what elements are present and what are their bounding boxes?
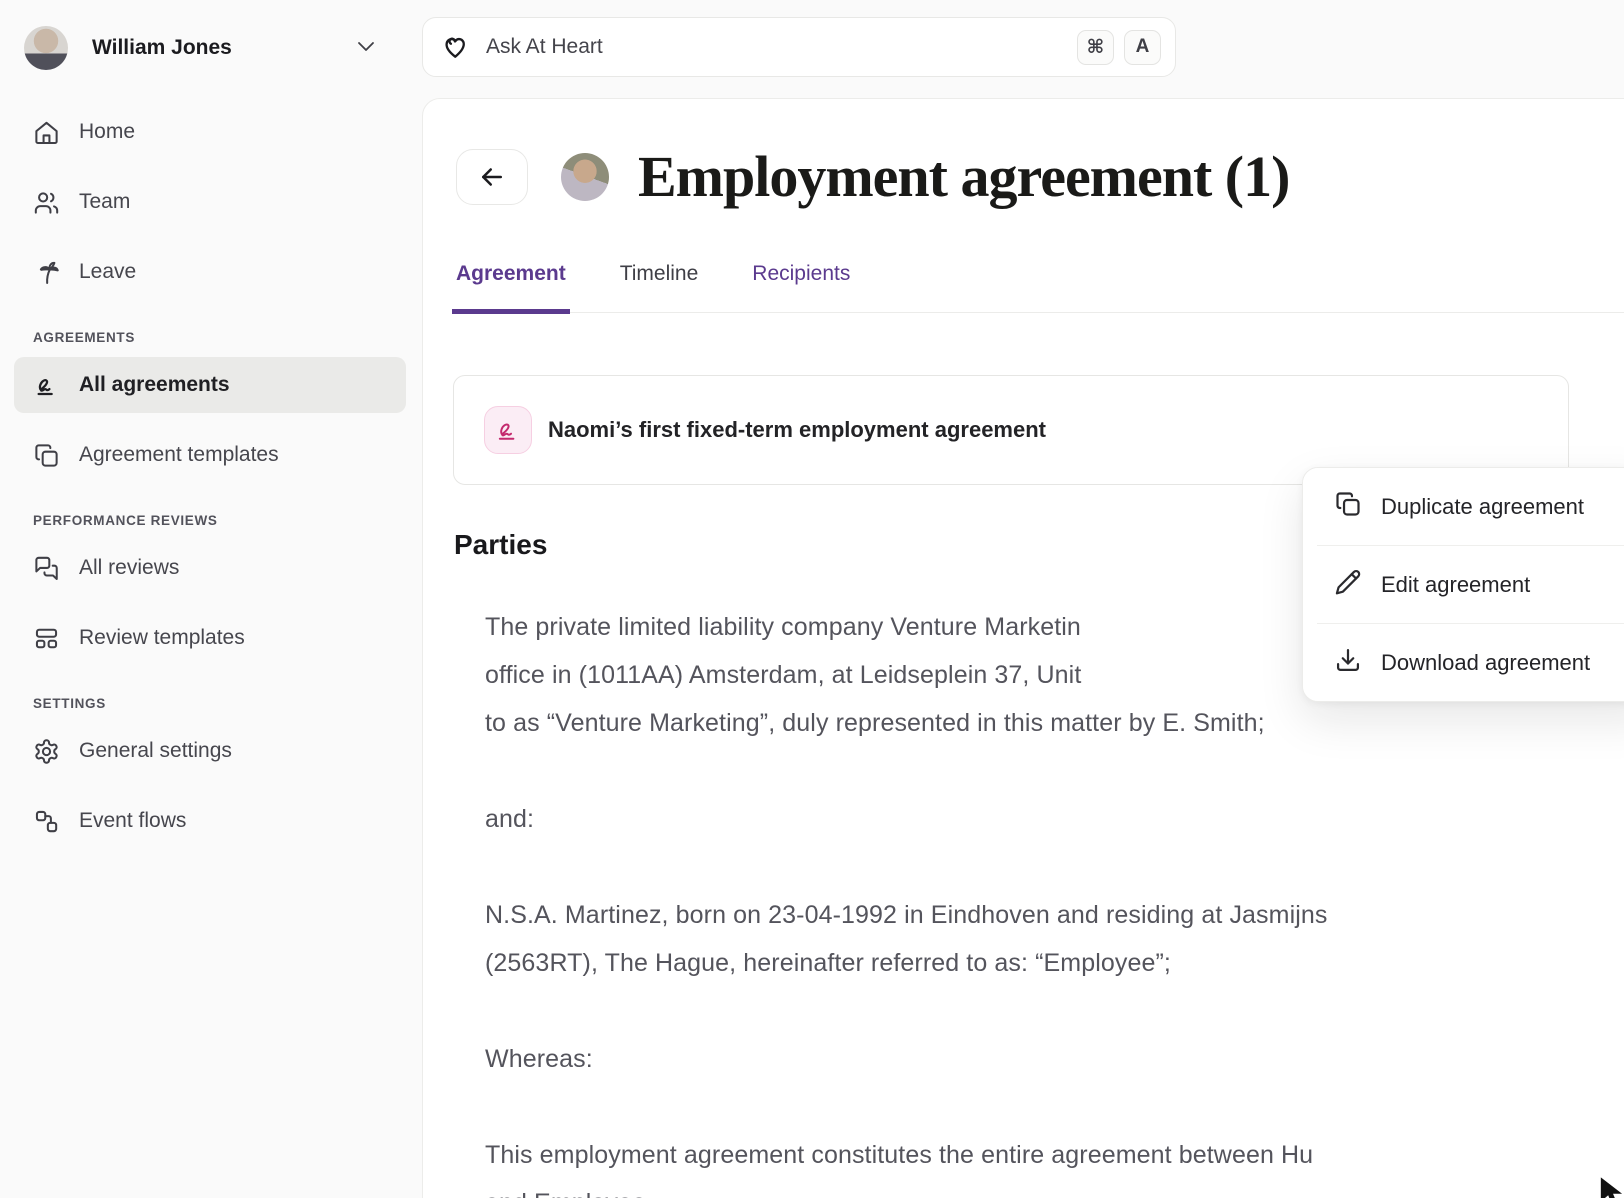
tab-timeline[interactable]: Timeline bbox=[616, 262, 703, 312]
sidebar-item-label: Review templates bbox=[79, 626, 245, 650]
signature-icon bbox=[484, 406, 532, 454]
app-window: William Jones Home Team Leave AGREEMENTS bbox=[0, 0, 1624, 1198]
sidebar-section-agreements: AGREEMENTS bbox=[33, 330, 406, 345]
sidebar-item-review-templates[interactable]: Review templates bbox=[14, 610, 406, 666]
download-icon bbox=[1334, 646, 1362, 679]
copy-icon bbox=[33, 442, 60, 469]
sidebar-item-general-settings[interactable]: General settings bbox=[14, 723, 406, 779]
signature-icon bbox=[33, 372, 60, 399]
sidebar-item-team[interactable]: Team bbox=[14, 174, 406, 230]
palm-tree-icon bbox=[33, 259, 60, 286]
sidebar-item-label: Event flows bbox=[79, 809, 186, 833]
pencil-icon bbox=[1334, 568, 1362, 601]
back-button[interactable] bbox=[456, 149, 528, 205]
sidebar-item-agreement-templates[interactable]: Agreement templates bbox=[14, 427, 406, 483]
search-bar[interactable]: Ask At Heart ⌘ A bbox=[422, 17, 1176, 77]
sidebar: William Jones Home Team Leave AGREEMENTS bbox=[0, 0, 422, 1198]
menu-item-duplicate-agreement[interactable]: Duplicate agreement bbox=[1303, 468, 1624, 545]
avatar bbox=[24, 26, 68, 70]
tab-recipients[interactable]: Recipients bbox=[748, 262, 854, 312]
menu-item-download-agreement[interactable]: Download agreement bbox=[1303, 624, 1624, 701]
sidebar-item-label: General settings bbox=[79, 739, 232, 763]
mouse-cursor bbox=[1598, 1176, 1624, 1198]
context-menu: Duplicate agreement Edit agreement Downl… bbox=[1302, 467, 1624, 702]
chevron-down-icon[interactable] bbox=[354, 34, 378, 63]
sidebar-item-label: All agreements bbox=[79, 373, 230, 397]
tab-agreement[interactable]: Agreement bbox=[452, 262, 570, 312]
gear-icon bbox=[33, 738, 60, 765]
sidebar-item-event-flows[interactable]: Event flows bbox=[14, 793, 406, 849]
sidebar-item-label: Leave bbox=[79, 260, 136, 284]
workflow-icon bbox=[33, 808, 60, 835]
users-icon bbox=[33, 189, 60, 216]
sidebar-item-label: All reviews bbox=[79, 556, 179, 580]
menu-item-edit-agreement[interactable]: Edit agreement bbox=[1303, 546, 1624, 623]
sidebar-item-label: Agreement templates bbox=[79, 443, 279, 467]
chat-bubbles-icon bbox=[33, 555, 60, 582]
sidebar-item-home[interactable]: Home bbox=[14, 104, 406, 160]
profile-name: William Jones bbox=[92, 36, 232, 60]
page-title: Employment agreement (1) bbox=[638, 143, 1289, 210]
sidebar-section-performance-reviews: PERFORMANCE REVIEWS bbox=[33, 513, 406, 528]
sidebar-item-leave[interactable]: Leave bbox=[14, 244, 406, 300]
tab-bar: Agreement Timeline Recipients bbox=[452, 262, 1624, 312]
keyboard-shortcut: ⌘ A bbox=[1077, 30, 1161, 65]
copy-icon bbox=[1334, 490, 1362, 523]
layout-icon bbox=[33, 625, 60, 652]
sidebar-item-all-agreements[interactable]: All agreements bbox=[14, 357, 406, 413]
at-heart-logo-icon bbox=[441, 33, 469, 61]
home-icon bbox=[33, 119, 60, 146]
sidebar-item-label: Team bbox=[79, 190, 130, 214]
a-key-badge: A bbox=[1124, 30, 1161, 65]
sidebar-item-label: Home bbox=[79, 120, 135, 144]
sidebar-item-all-reviews[interactable]: All reviews bbox=[14, 540, 406, 596]
avatar bbox=[561, 153, 609, 201]
tab-divider bbox=[452, 312, 1624, 313]
agreement-card-title: Naomi’s first fixed-term employment agre… bbox=[548, 417, 1046, 443]
search-label: Ask At Heart bbox=[486, 35, 603, 59]
sidebar-section-settings: SETTINGS bbox=[33, 696, 406, 711]
cmd-key-badge: ⌘ bbox=[1077, 30, 1114, 65]
page-header: Employment agreement (1) bbox=[456, 143, 1624, 210]
profile-switcher[interactable]: William Jones bbox=[14, 24, 406, 72]
